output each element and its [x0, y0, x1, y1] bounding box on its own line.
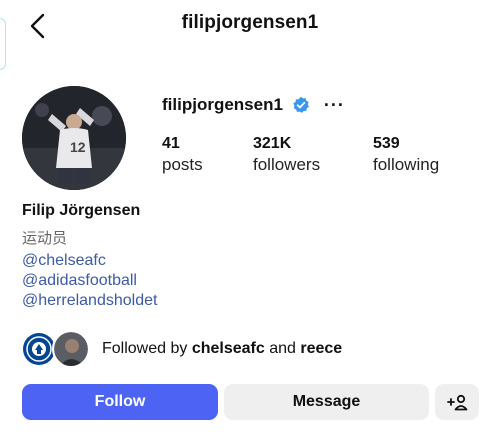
- posts-count: 41: [162, 135, 180, 152]
- top-bar: filipjorgensen1: [0, 0, 500, 50]
- followers-count: 321K: [253, 135, 292, 152]
- add-person-icon: [447, 394, 468, 411]
- follow-button[interactable]: Follow: [22, 384, 218, 420]
- followed-by-name-1: chelseafc: [191, 340, 265, 357]
- following-label: following: [373, 155, 440, 174]
- profile-category: 运动员: [22, 230, 68, 247]
- posts-label: posts: [162, 155, 203, 174]
- followed-by-prefix: Followed by: [102, 340, 188, 357]
- svg-text:12: 12: [70, 139, 86, 155]
- stat-followers[interactable]: 321K followers: [253, 134, 320, 176]
- stat-following[interactable]: 539 following: [373, 134, 439, 176]
- person-photo-icon: [54, 332, 88, 366]
- followed-by-text: Followed by chelseafc and reece: [102, 340, 342, 358]
- follower-avatar-reece: [52, 330, 90, 368]
- followed-by-name-2: reece: [300, 340, 343, 357]
- chelsea-crest-icon: [23, 333, 55, 365]
- profile-full-name: Filip Jörgensen: [22, 202, 141, 219]
- header-title: filipjorgensen1: [181, 12, 319, 33]
- suggest-accounts-button[interactable]: [435, 384, 479, 420]
- profile-username: filipjorgensen1: [162, 95, 283, 114]
- following-count: 539: [373, 135, 400, 152]
- followers-label: followers: [253, 155, 321, 174]
- profile-avatar[interactable]: 12: [22, 86, 126, 190]
- bio-link-adidasfootball[interactable]: @adidasfootball: [22, 271, 157, 291]
- bio-links: @chelseafc @adidasfootball @herrelandsho…: [22, 251, 157, 311]
- message-button[interactable]: Message: [224, 384, 429, 420]
- more-options-button[interactable]: ···: [324, 96, 345, 114]
- followed-by-row[interactable]: Followed by chelseafc and reece: [20, 330, 342, 368]
- bio-link-chelseafc[interactable]: @chelseafc: [22, 251, 157, 271]
- avatar-photo: 12: [22, 86, 126, 190]
- verified-badge-icon: [293, 96, 309, 113]
- followed-by-joiner: and: [269, 340, 296, 357]
- username-row: filipjorgensen1 ···: [162, 93, 345, 117]
- bio-link-herrelandsholdet[interactable]: @herrelandsholdet: [22, 291, 157, 311]
- stat-posts[interactable]: 41 posts: [162, 134, 203, 176]
